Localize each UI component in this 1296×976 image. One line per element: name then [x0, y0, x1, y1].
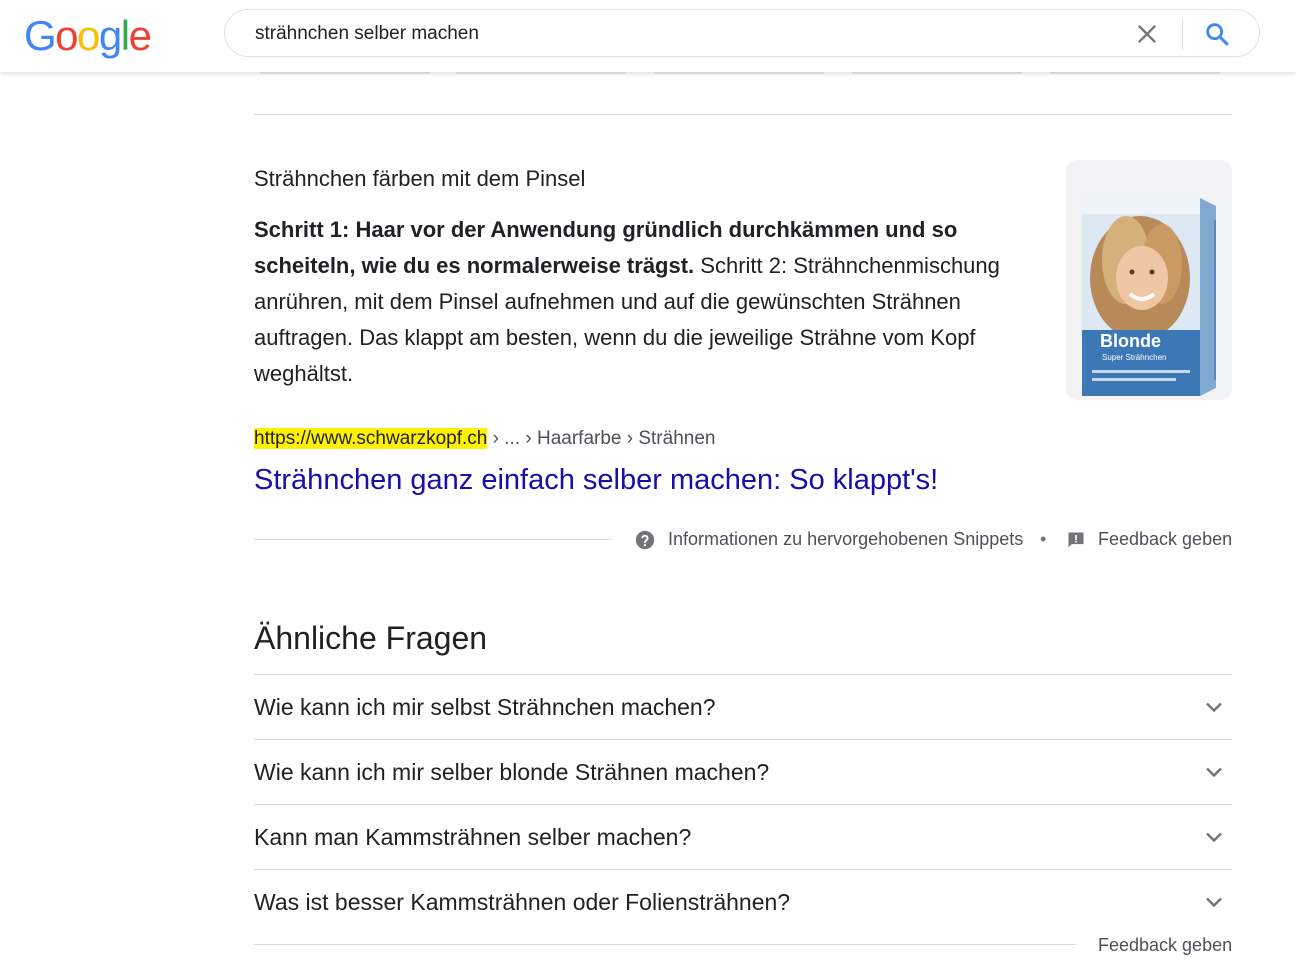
logo-letter-g2: g — [98, 12, 122, 59]
related-question-3[interactable]: Kann man Kammsträhnen selber machen? — [254, 805, 1232, 869]
chevron-down-icon — [1206, 897, 1222, 908]
close-icon — [1138, 25, 1156, 44]
help-icon[interactable] — [634, 529, 656, 551]
snippet-feedback-link[interactable]: Feedback geben — [1098, 529, 1232, 550]
chevron-down-icon — [1206, 832, 1222, 843]
search-button[interactable] — [1203, 20, 1231, 48]
result-breadcrumb[interactable]: https://www.schwarzkopf.ch › ... › Haarf… — [254, 428, 715, 450]
info-divider — [254, 539, 612, 540]
result-title-link[interactable]: Strähnchen ganz einfach selber machen: S… — [254, 464, 938, 497]
related-question-1[interactable]: Wie kann ich mir selbst Strähnchen mache… — [254, 675, 1232, 739]
separator-dot: • — [1040, 529, 1047, 549]
search-icon — [1206, 23, 1229, 46]
snippet-text: Schritt 1: Haar vor der Anwendung gründl… — [254, 212, 1044, 392]
chip — [852, 72, 1022, 74]
product-sublabel: Super Strähnchen — [1102, 353, 1167, 362]
snippet-image[interactable]: Blonde Super Strähnchen — [1066, 160, 1232, 400]
snippet-info-row: Informationen zu hervorgehobenen Snippet… — [254, 528, 1232, 552]
feedback-icon[interactable] — [1066, 530, 1086, 550]
chip — [654, 72, 824, 74]
result-url-host[interactable]: https://www.schwarzkopf.ch — [254, 428, 488, 449]
logo-letter-g1: G — [24, 12, 57, 59]
clear-search-button[interactable] — [1133, 20, 1161, 48]
chip — [260, 72, 430, 74]
search-input[interactable]: strähnchen selber machen — [255, 23, 479, 45]
logo-letter-o2: o — [77, 12, 100, 59]
related-bottom-divider — [254, 944, 1076, 945]
google-logo[interactable]: Google — [24, 12, 152, 60]
related-question-4[interactable]: Was ist besser Kammsträhnen oder Foliens… — [254, 870, 1232, 934]
question-text: Wie kann ich mir selber blonde Strähnen … — [254, 759, 770, 785]
search-divider — [1182, 20, 1183, 50]
logo-letter-l: l — [120, 12, 130, 59]
chevron-down-icon — [1206, 702, 1222, 713]
question-text: Was ist besser Kammsträhnen oder Foliens… — [254, 889, 791, 915]
related-questions-title: Ähnliche Fragen — [254, 620, 488, 656]
logo-letter-o1: o — [55, 12, 78, 59]
related-feedback-link[interactable]: Feedback geben — [1098, 935, 1232, 956]
related-question-2[interactable]: Wie kann ich mir selber blonde Strähnen … — [254, 740, 1232, 804]
product-box-image — [1066, 160, 1232, 400]
logo-letter-e: e — [128, 12, 152, 59]
question-text: Wie kann ich mir selbst Strähnchen mache… — [254, 694, 716, 720]
result-url-path: › ... › Haarfarbe › Strähnen — [487, 428, 716, 449]
chevron-down-icon — [1206, 767, 1222, 778]
chip — [1050, 72, 1220, 74]
section-divider — [254, 114, 1232, 115]
chip — [456, 72, 626, 74]
question-text: Kann man Kammsträhnen selber machen? — [254, 824, 692, 850]
featured-snippets-info-link[interactable]: Informationen zu hervorgehobenen Snippet… — [668, 529, 1023, 550]
product-label: Blonde — [1100, 331, 1161, 351]
snippet-heading: Strähnchen färben mit dem Pinsel — [254, 166, 586, 191]
search-box[interactable]: strähnchen selber machen — [224, 9, 1260, 57]
header-bar: Google strähnchen selber machen — [0, 0, 1296, 72]
